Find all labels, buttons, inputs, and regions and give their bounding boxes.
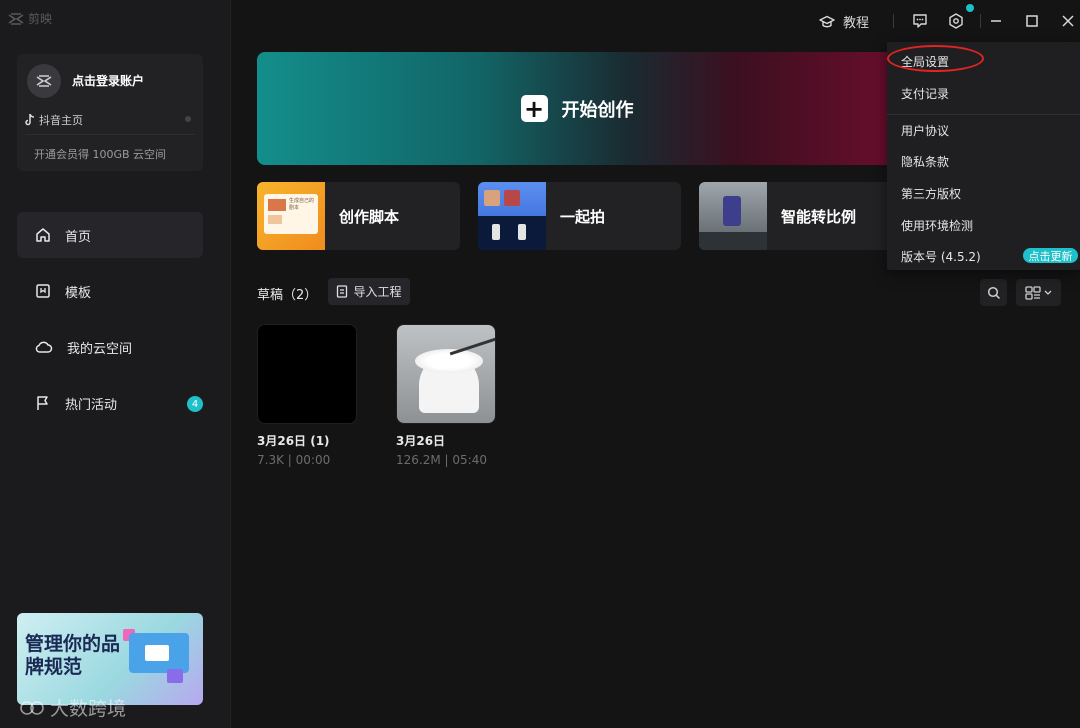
cloud-icon <box>35 341 53 353</box>
shoot-together-label: 一起拍 <box>560 207 606 226</box>
draft-thumbnail[interactable] <box>396 324 496 424</box>
nav-activities[interactable]: 热门活动 4 <box>17 380 203 426</box>
douyin-home-link[interactable]: 抖音主页 <box>25 112 83 128</box>
start-creation-label: 开始创作 <box>561 99 634 121</box>
plus-icon: + <box>520 95 548 122</box>
watermark-logo-icon <box>20 700 44 715</box>
tutorial-button[interactable]: 教程 <box>819 12 869 31</box>
template-icon <box>36 284 50 298</box>
douyin-label: 抖音主页 <box>39 114 83 127</box>
grid-view-icon <box>1025 285 1041 300</box>
chevron-down-icon <box>1044 290 1052 295</box>
capcut-avatar-icon <box>36 75 52 87</box>
import-project-button[interactable]: 导入工程 <box>328 278 410 305</box>
capcut-logo-icon <box>8 12 24 25</box>
settings-notification-dot <box>966 4 974 12</box>
nav-template[interactable]: 模板 <box>17 268 203 314</box>
shoot-together-thumbnail <box>478 182 546 250</box>
home-icon <box>36 228 50 242</box>
graduation-cap-icon <box>819 15 835 27</box>
smart-ratio-tile[interactable]: 智能转比例 <box>699 182 899 250</box>
draft-meta: 126.2M | 05:40 <box>396 453 487 467</box>
account-divider <box>25 134 195 135</box>
settings-menu: 全局设置 支付记录 用户协议 隐私条款 第三方版权 使用环境检测 版本号 (4.… <box>887 42 1080 270</box>
promo-screen-content <box>145 645 169 661</box>
app-window: 剪映 点击登录账户 抖音主页 开通会员得 100GB 云空间 首页 模板 我的云… <box>0 0 1080 728</box>
close-button[interactable] <box>1058 11 1078 31</box>
smart-ratio-thumbnail <box>699 182 767 250</box>
flag-icon <box>37 396 48 410</box>
shoot-together-tile[interactable]: 一起拍 <box>478 182 681 250</box>
maximize-icon <box>1026 15 1038 27</box>
menu-item-environment-check[interactable]: 使用环境检测 <box>901 217 973 234</box>
script-tile-label: 创作脚本 <box>339 207 400 226</box>
watermark-text: 大数跨境 <box>50 698 127 720</box>
start-creation-button[interactable]: + 开始创作 <box>257 52 897 165</box>
update-button[interactable]: 点击更新 <box>1023 248 1078 263</box>
tutorial-label: 教程 <box>843 16 870 31</box>
draft-name: 3月26日 (1) <box>257 434 330 448</box>
script-paper-illustration: 生成自己的剧本 <box>264 194 318 234</box>
nav-home[interactable]: 首页 <box>17 212 203 258</box>
account-card[interactable]: 点击登录账户 抖音主页 开通会员得 100GB 云空间 <box>17 54 203 171</box>
close-icon <box>1062 15 1074 27</box>
activities-badge: 4 <box>187 396 203 412</box>
document-icon <box>337 285 348 298</box>
highlight-annotation <box>887 45 984 72</box>
watermark: 大数跨境 <box>20 694 126 721</box>
draft-card[interactable]: 3月26日 (1) 7.3K | 00:00 <box>257 324 359 467</box>
draft-meta: 7.3K | 00:00 <box>257 453 331 467</box>
nav-cloud[interactable]: 我的云空间 <box>17 324 203 370</box>
smart-ratio-label: 智能转比例 <box>781 207 857 226</box>
title-bar: 教程 <box>231 0 1080 42</box>
gear-icon <box>949 13 963 29</box>
login-account-link[interactable]: 点击登录账户 <box>72 72 144 89</box>
minimize-icon <box>991 20 1001 22</box>
script-thumbnail: 生成自己的剧本 <box>257 182 325 250</box>
promo-banner[interactable]: 管理你的品牌规范 <box>17 613 203 705</box>
maximize-button[interactable] <box>1022 11 1042 31</box>
sidebar: 剪映 点击登录账户 抖音主页 开通会员得 100GB 云空间 首页 模板 我的云… <box>0 0 231 728</box>
search-drafts-button[interactable] <box>980 279 1007 306</box>
vip-promo-link[interactable]: 开通会员得 100GB 云空间 <box>34 146 166 162</box>
script-thumb-text: 生成自己的剧本 <box>289 198 315 211</box>
app-logo-text: 剪映 <box>28 12 53 26</box>
menu-item-user-agreement[interactable]: 用户协议 <box>901 122 949 139</box>
menu-divider <box>887 114 1080 115</box>
message-icon <box>913 14 927 28</box>
menu-item-payment-records[interactable]: 支付记录 <box>901 85 949 102</box>
promo-title: 管理你的品牌规范 <box>25 633 121 678</box>
nav-activities-label: 热门活动 <box>65 397 118 413</box>
menu-item-version: 版本号 (4.5.2) <box>901 250 981 264</box>
view-mode-button[interactable] <box>1016 279 1061 306</box>
app-logo: 剪映 <box>8 10 52 27</box>
menu-item-third-party-copyright[interactable]: 第三方版权 <box>901 185 961 202</box>
draft-card[interactable]: 3月26日 126.2M | 05:40 <box>396 324 498 467</box>
import-project-label: 导入工程 <box>353 285 402 299</box>
draft-thumbnail[interactable] <box>257 324 357 424</box>
search-icon <box>987 286 1000 299</box>
menu-item-privacy[interactable]: 隐私条款 <box>901 153 949 170</box>
draft-name: 3月26日 <box>396 434 446 448</box>
nav-home-label: 首页 <box>65 229 92 245</box>
toolbar-divider <box>893 14 894 28</box>
feedback-button[interactable] <box>910 11 930 31</box>
promo-decoration <box>167 669 183 683</box>
avatar[interactable] <box>27 64 61 98</box>
drafts-title: 草稿（2） <box>257 288 318 303</box>
douyin-status-dot <box>185 116 191 122</box>
nav-template-label: 模板 <box>65 285 92 301</box>
nav-cloud-label: 我的云空间 <box>67 341 133 357</box>
settings-button[interactable] <box>946 11 966 31</box>
script-tile[interactable]: 生成自己的剧本 创作脚本 <box>257 182 460 250</box>
tiktok-icon <box>25 114 35 126</box>
toolbar-divider <box>980 14 981 28</box>
minimize-button[interactable] <box>986 11 1006 31</box>
